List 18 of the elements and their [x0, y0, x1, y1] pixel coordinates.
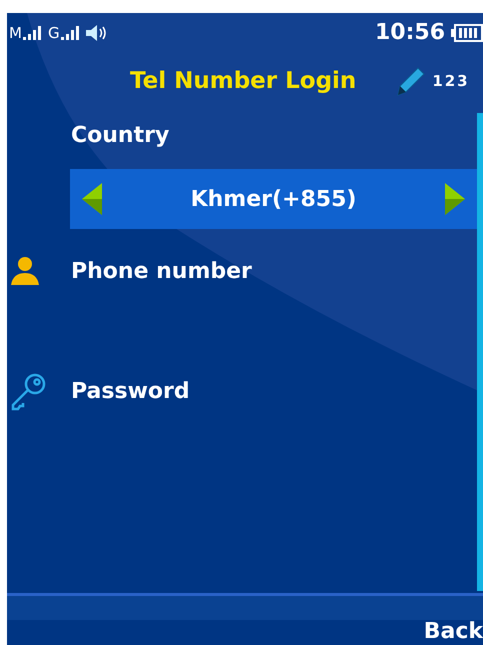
sim-label: M	[9, 26, 22, 40]
pencil-icon	[396, 66, 426, 96]
screen-title: Tel Number Login	[130, 66, 356, 96]
sim-label: G	[48, 26, 60, 40]
field-label[interactable]: Phone number	[71, 254, 252, 288]
back-softkey[interactable]: Back	[424, 620, 483, 642]
speaker-icon	[86, 25, 108, 41]
country-label: Country	[71, 122, 170, 150]
left-arrow-icon[interactable]	[82, 183, 102, 215]
clock-time: 10:56	[374, 22, 445, 44]
battery-icon	[451, 24, 483, 42]
input-mode-indicator: 123	[432, 70, 470, 92]
country-selector[interactable]: Khmer(+855)	[70, 169, 477, 229]
right-arrow-icon[interactable]	[445, 183, 465, 215]
country-value: Khmer(+855)	[190, 186, 356, 214]
field-label[interactable]: Password	[71, 374, 190, 408]
person-icon	[9, 255, 41, 287]
scrollbar[interactable]	[477, 113, 483, 591]
